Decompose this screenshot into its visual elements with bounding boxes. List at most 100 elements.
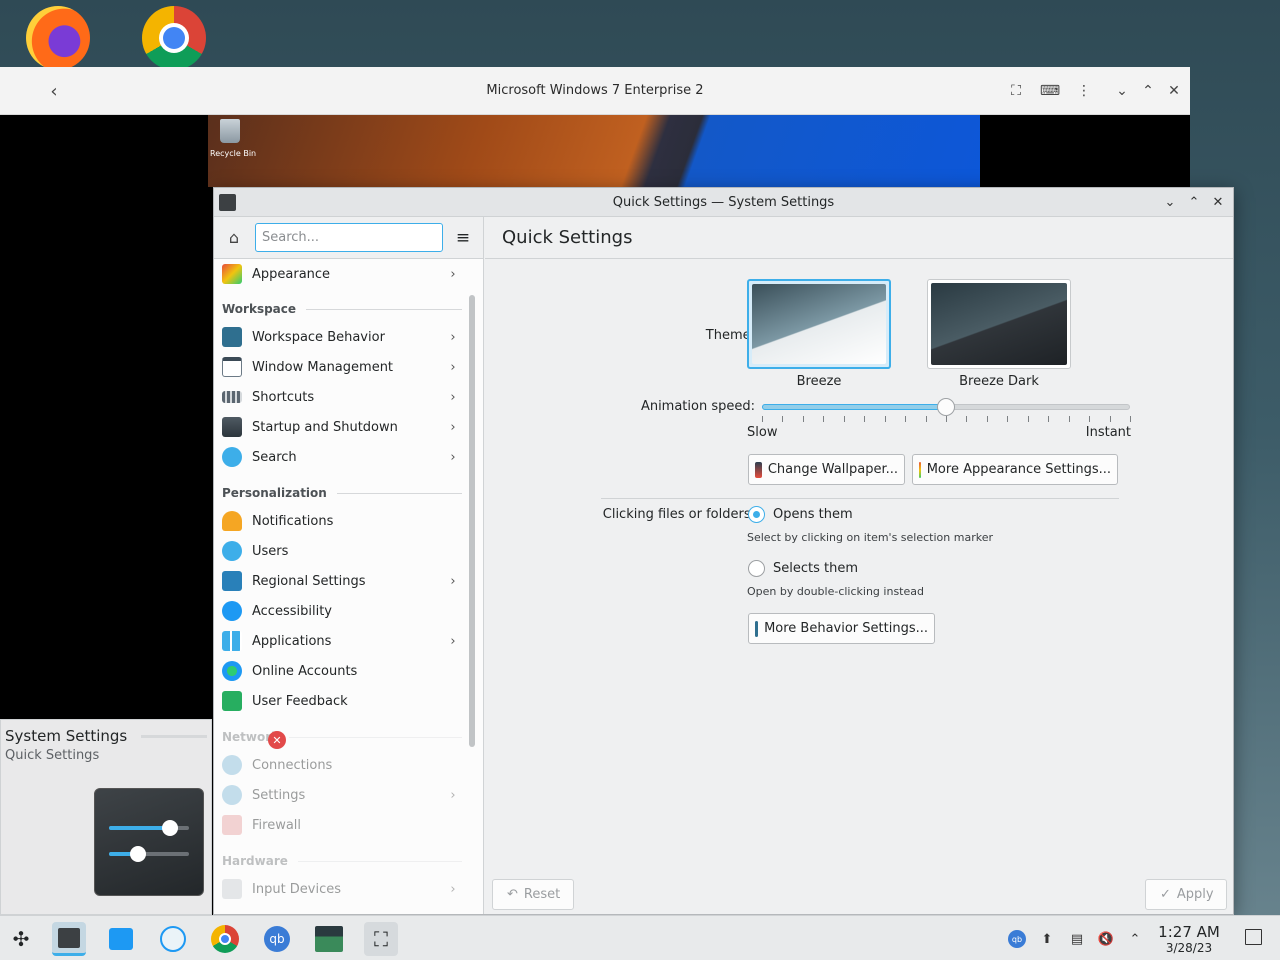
slider-tick bbox=[1007, 416, 1009, 422]
sidebar-scrollbar[interactable] bbox=[469, 295, 475, 747]
maximize-icon[interactable]: ⌃ bbox=[1136, 79, 1160, 103]
app-launcher-icon[interactable]: ✣ bbox=[4, 922, 38, 956]
sidebar-item-regional-settings[interactable]: Regional Settings › bbox=[214, 566, 466, 596]
theme-card-breeze-dark[interactable] bbox=[927, 279, 1071, 369]
selects-them-description: Open by double-clicking instead bbox=[747, 585, 924, 598]
system-monitor-icon[interactable] bbox=[312, 922, 346, 956]
opens-them-label[interactable]: Opens them bbox=[773, 507, 853, 522]
users-icon bbox=[222, 541, 242, 561]
keyboard-icon[interactable]: ⌨ bbox=[1038, 79, 1062, 103]
sidebar-item-shortcuts[interactable]: Shortcuts › bbox=[214, 382, 466, 412]
radio-opens-them[interactable] bbox=[748, 506, 765, 523]
updates-icon[interactable]: ⬆ bbox=[1038, 930, 1056, 948]
sidebar-item-user-feedback[interactable]: User Feedback bbox=[214, 686, 466, 716]
chevron-right-icon: › bbox=[450, 419, 456, 435]
wallpaper-icon bbox=[755, 461, 762, 478]
slider-tick bbox=[884, 416, 886, 422]
minimize-icon[interactable]: ⌄ bbox=[1110, 79, 1134, 103]
sidebar-item-appearance[interactable]: Appearance › bbox=[214, 259, 466, 289]
sidebar-item-startup-shutdown[interactable]: Startup and Shutdown › bbox=[214, 412, 466, 442]
sidebar-item-window-management[interactable]: Window Management › bbox=[214, 352, 466, 382]
network-icon bbox=[222, 755, 242, 775]
regional-settings-icon bbox=[222, 571, 242, 591]
discover-store-icon[interactable] bbox=[104, 922, 138, 956]
button-label: Apply bbox=[1176, 887, 1214, 902]
system-settings-window: Quick Settings — System Settings ⌄ ⌃ ✕ ⌂… bbox=[213, 187, 1234, 915]
close-icon[interactable]: ✕ bbox=[1208, 192, 1228, 212]
chrome-task-icon[interactable] bbox=[208, 922, 242, 956]
recycle-bin-icon[interactable] bbox=[220, 119, 240, 143]
sidebar-item-notifications[interactable]: Notifications bbox=[214, 506, 466, 536]
system-settings-task-icon[interactable] bbox=[52, 922, 86, 956]
animation-speed-slider[interactable] bbox=[762, 398, 1131, 422]
workspace-behavior-icon bbox=[222, 327, 242, 347]
sidebar-item-network-settings[interactable]: Settings › bbox=[214, 780, 466, 810]
sidebar-item-label: Window Management bbox=[252, 359, 394, 375]
slider-handle[interactable] bbox=[937, 398, 955, 416]
slider-tick bbox=[823, 416, 825, 422]
sidebar-item-label: Workspace Behavior bbox=[252, 329, 385, 345]
slider-tick bbox=[843, 416, 845, 422]
clock-date[interactable]: 3/28/23 bbox=[1150, 941, 1228, 955]
radio-selects-them[interactable] bbox=[748, 560, 765, 577]
menu-dots-icon[interactable]: ⋮ bbox=[1072, 79, 1096, 103]
chevron-right-icon: › bbox=[450, 573, 456, 589]
selects-them-label[interactable]: Selects them bbox=[773, 561, 858, 576]
minimize-icon[interactable]: ⌄ bbox=[1160, 192, 1180, 212]
sidebar-item-accessibility[interactable]: Accessibility bbox=[214, 596, 466, 626]
slider-tick bbox=[1130, 416, 1131, 422]
theme-card-breeze[interactable] bbox=[747, 279, 891, 369]
sidebar-item-online-accounts[interactable]: Online Accounts bbox=[214, 656, 466, 686]
content-header: Quick Settings bbox=[485, 217, 1233, 259]
chevron-right-icon: › bbox=[450, 389, 456, 405]
sidebar-item-label: Input Devices bbox=[252, 881, 342, 897]
firefox-desktop-icon[interactable] bbox=[26, 6, 90, 70]
qbittorrent-tray-icon[interactable]: qb bbox=[1008, 930, 1026, 948]
firewall-icon bbox=[222, 815, 242, 835]
search-input[interactable] bbox=[255, 223, 443, 252]
tray-expand-icon[interactable]: ⌃ bbox=[1126, 930, 1144, 948]
slider-tick bbox=[1027, 416, 1029, 422]
category-hardware: Hardware bbox=[222, 850, 462, 872]
sidebar-item-workspace-behavior[interactable]: Workspace Behavior › bbox=[214, 322, 466, 352]
search-icon bbox=[222, 447, 242, 467]
breeze-dark-preview bbox=[931, 283, 1067, 365]
maximize-icon[interactable]: ⌃ bbox=[1184, 192, 1204, 212]
system-settings-thumbnail-icon[interactable] bbox=[94, 788, 204, 896]
reset-button[interactable]: ↶ Reset bbox=[492, 879, 574, 910]
sidebar-item-connections[interactable]: Connections bbox=[214, 750, 466, 780]
keyboard-icon bbox=[222, 391, 242, 403]
virtual-machine-icon[interactable]: ⛶ bbox=[364, 922, 398, 956]
check-icon: ✓ bbox=[1160, 887, 1171, 902]
slider-fill bbox=[762, 404, 946, 410]
page-title: Quick Settings bbox=[502, 227, 633, 248]
taskbar: ✣ qb ⛶ qb ⬆ ▤ 🔇 ⌃ 1:27 AM 3/28/23 bbox=[0, 915, 1280, 960]
theme-label: Theme: bbox=[705, 328, 755, 343]
apply-button[interactable]: ✓ Apply bbox=[1145, 879, 1227, 910]
tooltip-close-icon[interactable]: ✕ bbox=[268, 731, 286, 749]
slider-tick bbox=[1048, 416, 1050, 422]
home-icon[interactable]: ⌂ bbox=[224, 228, 244, 248]
chevron-right-icon: › bbox=[450, 359, 456, 375]
clock-time[interactable]: 1:27 AM bbox=[1150, 923, 1228, 941]
more-appearance-settings-button[interactable]: More Appearance Settings... bbox=[912, 454, 1118, 485]
chrome-desktop-icon[interactable] bbox=[142, 6, 206, 70]
sidebar-item-firewall[interactable]: Firewall bbox=[214, 810, 466, 840]
clipboard-icon[interactable]: ▤ bbox=[1068, 930, 1086, 948]
change-wallpaper-button[interactable]: Change Wallpaper... bbox=[748, 454, 905, 485]
sidebar-item-input-devices[interactable]: Input Devices › bbox=[214, 874, 466, 904]
online-accounts-icon bbox=[222, 661, 242, 681]
plasma-icon[interactable] bbox=[156, 922, 190, 956]
qbittorrent-icon[interactable]: qb bbox=[260, 922, 294, 956]
tooltip-title: System Settings bbox=[5, 727, 128, 745]
fullscreen-icon[interactable]: ⛶ bbox=[1004, 79, 1028, 103]
taskbar-tooltip-preview: System Settings Quick Settings bbox=[0, 719, 212, 915]
volume-muted-icon[interactable]: 🔇 bbox=[1097, 930, 1115, 948]
more-behavior-settings-button[interactable]: More Behavior Settings... bbox=[748, 613, 935, 644]
close-icon[interactable]: ✕ bbox=[1162, 79, 1186, 103]
hamburger-menu-icon[interactable]: ≡ bbox=[453, 228, 473, 248]
show-desktop-icon[interactable] bbox=[1245, 929, 1262, 945]
sidebar-item-applications[interactable]: Applications › bbox=[214, 626, 466, 656]
sidebar-item-users[interactable]: Users bbox=[214, 536, 466, 566]
sidebar-item-search[interactable]: Search › bbox=[214, 442, 466, 472]
